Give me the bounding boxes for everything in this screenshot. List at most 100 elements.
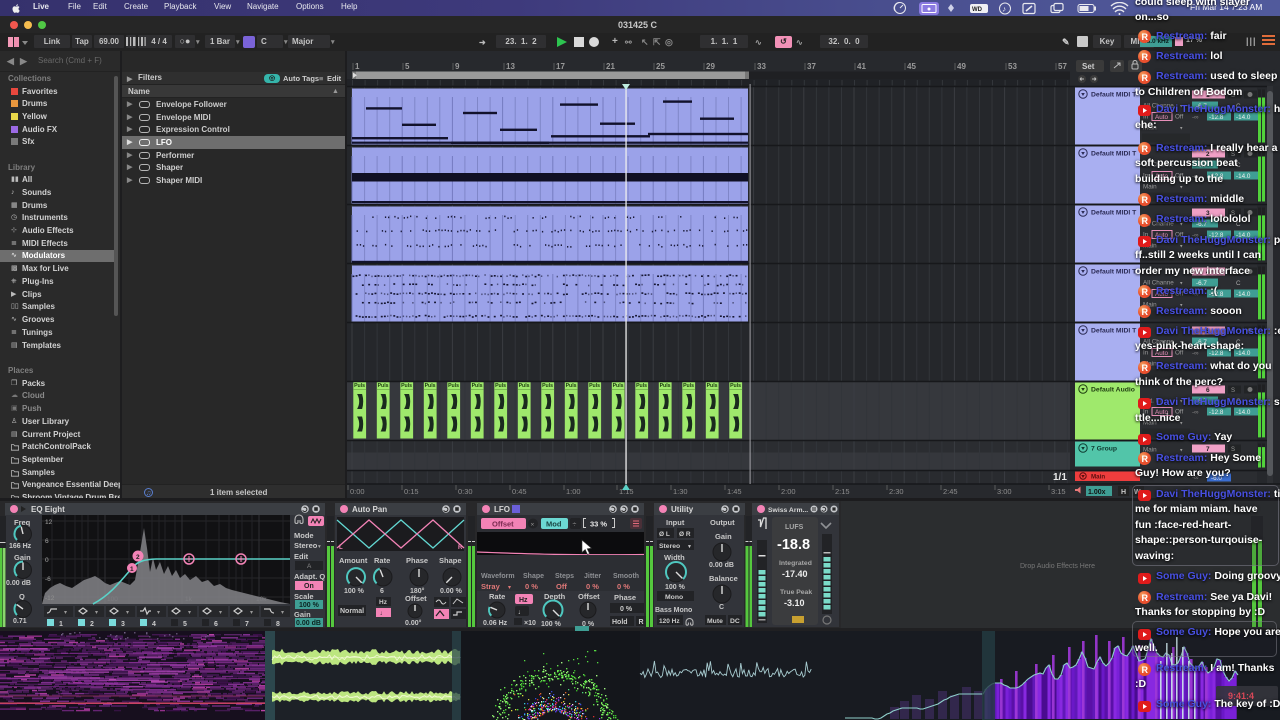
svg-text:On: On [304, 583, 314, 590]
svg-text:Hold: Hold [612, 619, 628, 626]
svg-text:▾: ▾ [126, 610, 129, 616]
svg-text:-∞: -∞ [1192, 232, 1199, 239]
svg-text:C: C [1236, 398, 1241, 405]
svg-text:S: S [1231, 270, 1235, 276]
svg-text:C: C [1236, 280, 1241, 287]
svg-text:-18.8: -18.8 [777, 537, 810, 553]
svg-text:H: H [1121, 489, 1126, 496]
svg-text:Auto: Auto [1155, 291, 1168, 298]
svg-text:-12.8: -12.8 [1209, 114, 1224, 121]
svg-text:2:45: 2:45 [943, 487, 958, 496]
svg-text:Balance: Balance [709, 574, 738, 583]
svg-text:-14.0: -14.0 [1236, 350, 1251, 357]
svg-text:Set: Set [1082, 62, 1095, 71]
svg-text:Puls: Puls [354, 383, 365, 389]
svg-text:Stray: Stray [481, 582, 501, 591]
svg-text:5: 5 [405, 62, 410, 71]
svg-text:In: In [1143, 350, 1149, 357]
svg-text:Off: Off [1175, 291, 1184, 298]
svg-text:-12.8: -12.8 [1209, 291, 1224, 298]
svg-text:Off: Off [1175, 114, 1184, 121]
svg-text:W: W [1134, 489, 1141, 496]
svg-text:2: 2 [136, 554, 140, 561]
svg-text:▾: ▾ [64, 610, 67, 616]
svg-text:Puls: Puls [566, 383, 577, 389]
svg-text:All Channe: All Channe [1143, 103, 1174, 110]
svg-text:R: R [639, 619, 644, 626]
svg-text:Default MIDI T: Default MIDI T [1091, 151, 1137, 158]
svg-text:2:15: 2:15 [835, 487, 850, 496]
svg-text:Puls: Puls [425, 383, 436, 389]
svg-text:8: 8 [276, 621, 280, 628]
svg-text:Output: Output [710, 518, 735, 527]
svg-text:A: A [307, 563, 312, 570]
svg-text:Auto Pan: Auto Pan [352, 505, 387, 514]
svg-text:Puls: Puls [448, 383, 459, 389]
svg-text:0.00 dB: 0.00 dB [296, 620, 321, 627]
svg-text:-∞: -∞ [1192, 173, 1199, 180]
svg-text:Phase: Phase [614, 593, 636, 602]
svg-text:Default MIDI T: Default MIDI T [1091, 269, 1137, 276]
svg-text:33: 33 [757, 62, 766, 71]
svg-text:1: 1 [59, 621, 63, 628]
svg-text:Main: Main [1143, 243, 1157, 250]
svg-text:Puls: Puls [378, 383, 389, 389]
svg-text:41: 41 [857, 62, 866, 71]
svg-text:C: C [1236, 103, 1241, 110]
svg-text:6: 6 [214, 621, 218, 628]
svg-text:Edit: Edit [294, 552, 309, 561]
svg-text:C: C [719, 604, 724, 611]
svg-text:Default MIDI T: Default MIDI T [1091, 328, 1137, 335]
svg-text:0.06 Hz: 0.06 Hz [483, 620, 508, 627]
svg-text:Off: Off [1175, 350, 1184, 357]
svg-text:Off: Off [556, 582, 567, 591]
svg-text:In: In [1143, 409, 1149, 416]
svg-text:WD: WD [972, 7, 983, 13]
svg-text:Main: Main [1091, 474, 1105, 481]
svg-text:Main: Main [1143, 420, 1157, 427]
svg-text:-14.0: -14.0 [1236, 291, 1251, 298]
svg-text:Waveform: Waveform [481, 573, 515, 580]
svg-text:-17.40: -17.40 [782, 569, 808, 579]
svg-text:6: 6 [1206, 387, 1210, 394]
svg-text:S: S [1231, 152, 1235, 158]
svg-text:▾: ▾ [95, 610, 98, 616]
svg-text:0.71: 0.71 [13, 618, 27, 625]
svg-text:3: 3 [121, 621, 125, 628]
svg-text:Gain: Gain [294, 610, 311, 619]
svg-text:21: 21 [606, 62, 615, 71]
svg-text:0:45: 0:45 [512, 487, 527, 496]
svg-text:Utility: Utility [671, 505, 694, 514]
svg-text:1: 1 [130, 566, 134, 573]
svg-text:In: In [1143, 291, 1149, 298]
svg-text:S: S [1231, 93, 1235, 99]
svg-text:Puls: Puls [542, 383, 553, 389]
svg-text:-6.7: -6.7 [1196, 339, 1207, 346]
svg-text:0 %: 0 % [586, 582, 599, 591]
svg-text:▾: ▾ [188, 610, 191, 616]
svg-text:Auto: Auto [1155, 114, 1168, 121]
svg-text:▾: ▾ [318, 544, 321, 550]
svg-text:0.00°: 0.00° [405, 619, 422, 627]
svg-text:-12.8: -12.8 [1209, 173, 1224, 180]
svg-text:1.00x: 1.00x [1088, 489, 1106, 496]
svg-text:0:15: 0:15 [404, 487, 419, 496]
svg-text:In: In [1143, 114, 1149, 121]
svg-text:0.00 dB: 0.00 dB [709, 562, 734, 569]
svg-text:Stereo: Stereo [294, 541, 318, 550]
svg-text:-∞: -∞ [1192, 350, 1199, 357]
svg-text:LFO: LFO [494, 505, 510, 514]
svg-text:×10: ×10 [524, 620, 536, 627]
svg-text:S: S [1231, 329, 1235, 335]
svg-text:Puls: Puls [730, 383, 741, 389]
svg-text:Smooth: Smooth [613, 573, 639, 580]
svg-text:Auto: Auto [1155, 409, 1168, 416]
svg-text:♩: ♩ [518, 609, 525, 616]
svg-text:-∞: -∞ [1192, 475, 1199, 482]
svg-text:DC: DC [730, 618, 740, 625]
svg-text:6: 6 [45, 538, 49, 545]
svg-text:Auto: Auto [1155, 232, 1168, 239]
svg-text:-14.0: -14.0 [1236, 114, 1251, 121]
svg-text:Puls: Puls [519, 383, 530, 389]
svg-text:Scale: Scale [294, 592, 314, 601]
